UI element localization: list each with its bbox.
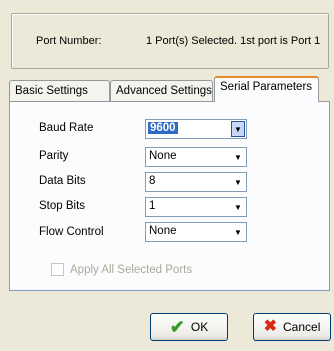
chevron-down-icon[interactable]: ▼ bbox=[231, 121, 245, 137]
stop-bits-value: 1 bbox=[149, 200, 156, 212]
data-bits-select[interactable]: 8 ▼ bbox=[145, 172, 247, 192]
flow-control-value: None bbox=[149, 225, 177, 237]
tab-basic-settings[interactable]: Basic Settings bbox=[9, 80, 110, 102]
cancel-button[interactable]: ✖ Cancel bbox=[253, 313, 331, 341]
apply-all-label: Apply All Selected Ports bbox=[70, 263, 193, 276]
port-number-group: Port Number: 1 Port(s) Selected. 1st por… bbox=[11, 13, 329, 69]
baud-rate-label: Baud Rate bbox=[39, 122, 94, 134]
serial-parameters-dialog: Port Number: 1 Port(s) Selected. 1st por… bbox=[0, 0, 334, 351]
chevron-down-icon[interactable]: ▼ bbox=[231, 224, 245, 240]
tab-serial-parameters[interactable]: Serial Parameters bbox=[214, 76, 319, 102]
chevron-down-icon[interactable]: ▼ bbox=[231, 199, 245, 215]
data-bits-label: Data Bits bbox=[39, 175, 86, 187]
tab-advanced-settings[interactable]: Advanced Settings bbox=[110, 80, 213, 102]
flow-control-select[interactable]: None ▼ bbox=[145, 222, 247, 242]
stop-bits-label: Stop Bits bbox=[39, 200, 86, 212]
port-number-label: Port Number: bbox=[36, 35, 102, 47]
parity-value: None bbox=[149, 150, 177, 162]
baud-rate-value: 9600 bbox=[148, 122, 178, 134]
parity-select[interactable]: None ▼ bbox=[145, 147, 247, 167]
ok-button[interactable]: ✔ OK bbox=[150, 313, 228, 341]
check-icon: ✔ bbox=[169, 317, 185, 337]
x-icon: ✖ bbox=[263, 318, 278, 335]
data-bits-value: 8 bbox=[149, 175, 156, 187]
cancel-button-label: Cancel bbox=[283, 320, 321, 334]
baud-rate-select[interactable]: 9600 ▼ bbox=[145, 119, 247, 139]
chevron-down-icon[interactable]: ▼ bbox=[231, 149, 245, 165]
flow-control-label: Flow Control bbox=[39, 226, 104, 238]
parity-label: Parity bbox=[39, 150, 69, 162]
stop-bits-select[interactable]: 1 ▼ bbox=[145, 197, 247, 217]
apply-all-checkbox-row[interactable]: Apply All Selected Ports bbox=[51, 263, 192, 276]
ok-button-label: OK bbox=[190, 320, 209, 334]
apply-all-checkbox[interactable] bbox=[51, 263, 64, 276]
port-number-value: 1 Port(s) Selected. 1st port is Port 1 bbox=[146, 35, 321, 47]
chevron-down-icon[interactable]: ▼ bbox=[231, 174, 245, 190]
